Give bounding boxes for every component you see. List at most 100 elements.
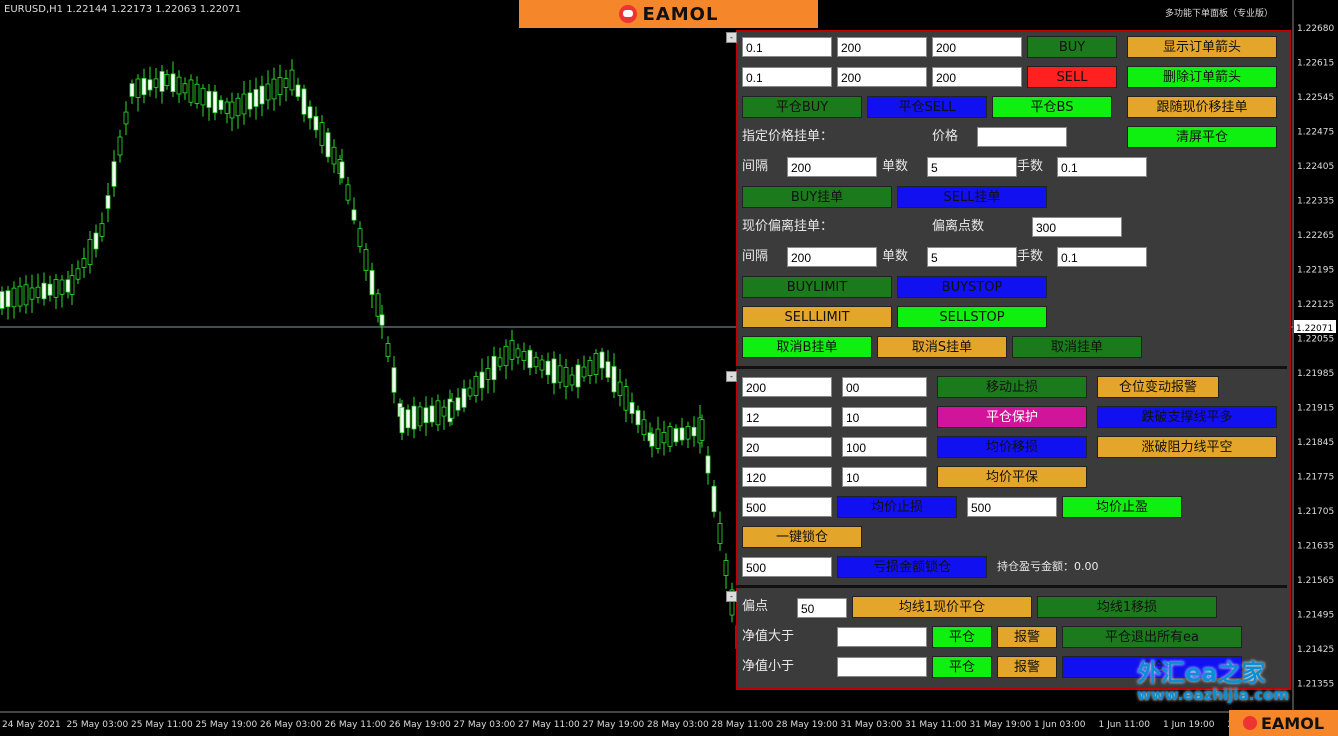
protect-input-2[interactable]: 10: [842, 407, 927, 427]
candle-body: [435, 400, 441, 426]
candle-body: [411, 405, 417, 430]
candle-body: [635, 410, 641, 426]
watermark-url: www.eazhijia.com: [1137, 686, 1290, 704]
brand-name: EAMOL: [642, 3, 719, 25]
avg-move-input-1[interactable]: 20: [742, 437, 832, 457]
cancel-buy-pending-button[interactable]: 取消B挂单: [742, 336, 872, 358]
candle-body: [617, 381, 623, 396]
buylimit-button[interactable]: BUYLIMIT: [742, 276, 892, 298]
close-bs-button[interactable]: 平仓BS: [992, 96, 1112, 118]
interval-input[interactable]: 200: [787, 157, 877, 177]
candle-body: [503, 345, 509, 367]
buy-lots-input[interactable]: 0.1: [742, 37, 832, 57]
candle-body: [99, 223, 105, 237]
avg-be-input-2[interactable]: 10: [842, 467, 927, 487]
avg-takeprofit-button[interactable]: 均价止盈: [1062, 496, 1182, 518]
sellstop-button[interactable]: SELLSTOP: [897, 306, 1047, 328]
avg-move-sl-button[interactable]: 均价移损: [937, 436, 1087, 458]
candle-body: [129, 83, 135, 97]
candle-body: [473, 376, 479, 396]
eamol-logo-icon: [1242, 716, 1257, 730]
price-tick-label: 1.22195: [1297, 266, 1334, 276]
follow-pending-button[interactable]: 跟随现价移挂单: [1127, 96, 1277, 118]
minimize-icon[interactable]: -: [726, 371, 737, 382]
lots-label: 手数: [1017, 249, 1044, 264]
ma1-move-sl-button[interactable]: 均线1移损: [1037, 596, 1217, 618]
time-tick-label: 28 May 03:00: [647, 720, 709, 730]
protect-input-1[interactable]: 12: [742, 407, 832, 427]
buy-sl-input[interactable]: 200: [837, 37, 927, 57]
buy-button[interactable]: BUY: [1027, 36, 1117, 58]
time-tick-label: 24 May 2021: [2, 720, 61, 730]
minimize-icon[interactable]: -: [726, 32, 737, 43]
sell-button[interactable]: SELL: [1027, 66, 1117, 88]
cancel-all-pending-button[interactable]: 取消挂单: [1012, 336, 1142, 358]
move-sl-button[interactable]: 移动止损: [937, 376, 1087, 398]
time-tick-label: 28 May 19:00: [776, 720, 838, 730]
price-label: 价格: [932, 129, 959, 144]
avg-sl-input[interactable]: 500: [742, 497, 832, 517]
equity-below-input[interactable]: [837, 657, 927, 677]
one-click-lock-button[interactable]: 一键锁仓: [742, 526, 862, 548]
close-buy-button[interactable]: 平仓BUY: [742, 96, 862, 118]
price-tick-label: 1.22125: [1297, 300, 1334, 310]
time-tick-label: 27 May 03:00: [454, 720, 516, 730]
close-protect-button[interactable]: 平仓保护: [937, 406, 1087, 428]
time-tick-label: 26 May 11:00: [325, 720, 387, 730]
lots-input[interactable]: 0.1: [1057, 157, 1147, 177]
trail-start-input[interactable]: 200: [742, 377, 832, 397]
equity-below-alert-button[interactable]: 报警: [997, 656, 1057, 678]
buy-pending-button[interactable]: BUY挂单: [742, 186, 892, 208]
equity-below-close-button[interactable]: 平仓: [932, 656, 992, 678]
candle-body: [65, 279, 71, 293]
close-exit-ea-button[interactable]: 平仓退出所有ea: [1062, 626, 1242, 648]
buy-tp-input[interactable]: 200: [932, 37, 1022, 57]
count-input[interactable]: 5: [927, 247, 1017, 267]
equity-above-label: 净值大于: [742, 629, 795, 644]
loss-lock-button[interactable]: 亏损金额锁仓: [837, 556, 987, 578]
interval-input[interactable]: 200: [787, 247, 877, 267]
price-tick-label: 1.21425: [1297, 645, 1334, 655]
sell-tp-input[interactable]: 200: [932, 67, 1022, 87]
price-input[interactable]: [977, 127, 1067, 147]
show-arrows-button[interactable]: 显示订单箭头: [1127, 36, 1277, 58]
equity-above-alert-button[interactable]: 报警: [997, 626, 1057, 648]
avg-tp-input[interactable]: 500: [967, 497, 1057, 517]
equity-above-close-button[interactable]: 平仓: [932, 626, 992, 648]
avg-move-input-2[interactable]: 100: [842, 437, 927, 457]
equity-above-input[interactable]: [837, 627, 927, 647]
delete-arrows-button[interactable]: 删除订单箭头: [1127, 66, 1277, 88]
time-tick-label: 31 May 03:00: [841, 720, 903, 730]
deviation-input[interactable]: 50: [797, 598, 847, 618]
candle-body: [5, 290, 11, 308]
price-tick-label: 1.21495: [1297, 611, 1334, 621]
count-input[interactable]: 5: [927, 157, 1017, 177]
position-alert-button[interactable]: 仓位变动报警: [1097, 376, 1219, 398]
selllimit-button[interactable]: SELLLIMIT: [742, 306, 892, 328]
close-sell-button[interactable]: 平仓SELL: [867, 96, 987, 118]
clear-close-button[interactable]: 清屏平仓: [1127, 126, 1277, 148]
candle-body: [593, 353, 599, 375]
candle-body: [277, 77, 283, 95]
trail-step-input[interactable]: 00: [842, 377, 927, 397]
avg-breakeven-button[interactable]: 均价平保: [937, 466, 1087, 488]
break-resistance-button[interactable]: 涨破阻力线平空: [1097, 436, 1277, 458]
sell-lots-input[interactable]: 0.1: [742, 67, 832, 87]
cancel-sell-pending-button[interactable]: 取消S挂单: [877, 336, 1007, 358]
loss-amount-input[interactable]: 500: [742, 557, 832, 577]
break-support-button[interactable]: 跌破支撑线平多: [1097, 406, 1277, 428]
avg-stoploss-button[interactable]: 均价止损: [837, 496, 957, 518]
offset-input[interactable]: 300: [1032, 217, 1122, 237]
buystop-button[interactable]: BUYSTOP: [897, 276, 1047, 298]
sell-pending-button[interactable]: SELL挂单: [897, 186, 1047, 208]
candle-body: [423, 407, 429, 423]
lots-input[interactable]: 0.1: [1057, 247, 1147, 267]
brand-name-corner: EAMOL: [1260, 713, 1325, 733]
minimize-icon[interactable]: -: [726, 591, 737, 602]
ma1-close-button[interactable]: 均线1现价平仓: [852, 596, 1032, 618]
price-tick-label: 1.21985: [1297, 369, 1334, 379]
avg-be-input-1[interactable]: 120: [742, 467, 832, 487]
interval-label: 间隔: [742, 249, 769, 264]
equity-below-label: 净值小于: [742, 659, 795, 674]
sell-sl-input[interactable]: 200: [837, 67, 927, 87]
